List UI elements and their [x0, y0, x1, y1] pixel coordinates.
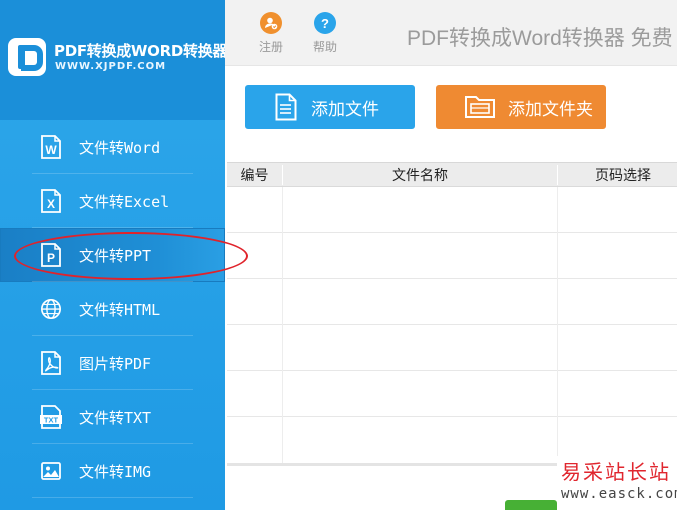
- table-row[interactable]: [227, 187, 677, 233]
- sidebar-item-label: 文件转PPT: [79, 247, 152, 265]
- help-icon: ?: [314, 12, 336, 34]
- help-button[interactable]: ? 帮助: [305, 12, 345, 55]
- image-icon: [40, 459, 62, 483]
- sidebar-item-label: 文件转HTML: [79, 301, 161, 319]
- site-watermark: 易采站长站 www.easck.com: [557, 456, 677, 510]
- column-header-filename[interactable]: 文件名称: [283, 163, 557, 187]
- brand-header: PDF转换成WORD转换器 WWW.XJPDF.COM: [0, 0, 228, 120]
- excel-doc-icon: X: [40, 189, 62, 213]
- brand-url: WWW.XJPDF.COM: [55, 61, 167, 72]
- table-row[interactable]: [227, 279, 677, 325]
- sidebar-item-label: 文件转Excel: [79, 193, 170, 211]
- sidebar-item-excel[interactable]: X 文件转Excel: [0, 174, 225, 228]
- column-divider: [557, 187, 558, 465]
- table-row[interactable]: [227, 371, 677, 417]
- table-header: 编号 文件名称 页码选择: [227, 163, 677, 187]
- word-doc-icon: W: [40, 135, 62, 159]
- sidebar-item-word[interactable]: W 文件转Word: [0, 120, 225, 174]
- sidebar-item-txt[interactable]: TXT 文件转TXT: [0, 390, 225, 444]
- column-divider: [282, 187, 283, 465]
- start-button-edge[interactable]: [505, 500, 557, 510]
- table-row[interactable]: [227, 325, 677, 371]
- brand-title: PDF转换成WORD转换器: [54, 42, 228, 60]
- svg-text:P: P: [47, 251, 55, 265]
- svg-text:TXT: TXT: [44, 416, 59, 425]
- watermark-title: 易采站长站: [561, 460, 671, 484]
- top-toolbar: 注册 ? 帮助 PDF转换成Word转换器 免费: [225, 0, 677, 66]
- column-header-number[interactable]: 编号: [227, 163, 282, 187]
- add-folder-button[interactable]: 添加文件夹: [436, 85, 606, 129]
- sidebar-item-html[interactable]: 文件转HTML: [0, 282, 225, 336]
- pdf-doc-icon: [40, 351, 62, 375]
- register-label: 注册: [258, 40, 283, 54]
- sidebar-item-label: 文件转IMG: [79, 463, 152, 481]
- file-icon: [273, 92, 299, 122]
- sidebar-item-img[interactable]: 文件转IMG: [0, 444, 225, 498]
- folder-icon: [464, 92, 496, 122]
- globe-icon: [40, 297, 62, 321]
- help-label: 帮助: [312, 40, 337, 54]
- app-logo-icon: [8, 38, 46, 76]
- add-folder-label: 添加文件夹: [508, 99, 593, 119]
- sidebar-item-ppt[interactable]: P 文件转PPT: [0, 228, 225, 282]
- add-file-label: 添加文件: [311, 99, 379, 119]
- sidebar-item-label: 文件转TXT: [79, 409, 152, 427]
- register-button[interactable]: 注册: [251, 12, 291, 55]
- sidebar: PDF转换成WORD转换器 WWW.XJPDF.COM W 文件转Word X …: [0, 0, 228, 510]
- sidebar-item-label: 文件转Word: [79, 139, 161, 157]
- app-title: PDF转换成Word转换器 免费: [407, 27, 673, 50]
- sidebar-item-image-to-pdf[interactable]: 图片转PDF: [0, 336, 225, 390]
- column-header-page-select[interactable]: 页码选择: [558, 163, 677, 187]
- ppt-doc-icon: P: [40, 243, 62, 267]
- svg-text:X: X: [47, 197, 55, 211]
- txt-doc-icon: TXT: [40, 405, 62, 429]
- add-file-button[interactable]: 添加文件: [245, 85, 415, 129]
- user-register-icon: [260, 12, 282, 34]
- sidebar-nav: W 文件转Word X 文件转Excel P 文件转PPT 文件转HTML 图片…: [0, 120, 225, 498]
- sidebar-item-label: 图片转PDF: [79, 355, 152, 373]
- table-row[interactable]: [227, 233, 677, 279]
- svg-text:W: W: [45, 143, 57, 157]
- watermark-url: www.easck.com: [561, 486, 677, 502]
- file-table: 编号 文件名称 页码选择: [227, 162, 677, 465]
